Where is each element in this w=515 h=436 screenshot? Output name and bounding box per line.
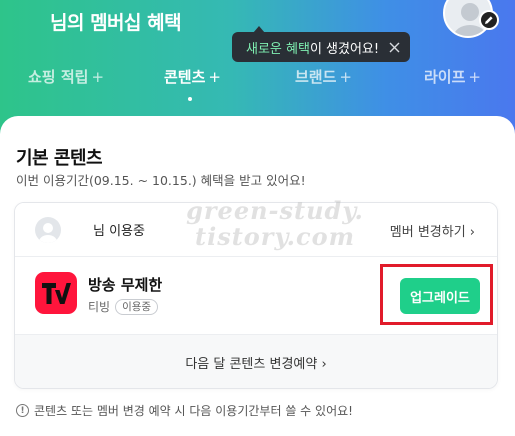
service-name: 방송 무제한 (88, 276, 163, 294)
close-icon (389, 42, 400, 52)
tooltip-text: 이 생겼어요! (309, 41, 380, 57)
tab-life[interactable]: 라이프 + (424, 66, 481, 87)
edit-profile-button[interactable] (479, 10, 499, 30)
tab-brand[interactable]: 브랜드 + (295, 66, 352, 87)
new-benefit-tooltip: 새로운 혜택 이 생겼어요! (232, 32, 410, 62)
tooltip-highlight: 새로운 혜택 (246, 41, 310, 57)
section-title: 기본 콘텐츠 (16, 148, 103, 169)
user-row: 님 이용중 멤버 변경하기 › (15, 203, 497, 257)
active-tab-indicator (188, 97, 192, 101)
tab-label: 라이프 (424, 68, 466, 86)
info-icon: ! (16, 404, 29, 417)
tving-mark-icon (42, 283, 71, 304)
provider-name: 티빙 (88, 300, 111, 314)
user-status: 님 이용중 (93, 224, 145, 239)
notice: ! 콘텐츠 또는 멤버 변경 예약 시 다음 이용기간부터 쓸 수 있어요! (16, 402, 353, 419)
tooltip-close-button[interactable] (389, 42, 400, 53)
tab-label: 콘텐츠 (164, 68, 206, 86)
plus-icon: + (468, 68, 481, 86)
user-silhouette-icon (39, 223, 57, 243)
plus-icon: + (339, 68, 352, 86)
benefit-card: 님 이용중 멤버 변경하기 › 방송 무제한 티빙 이용중 업그레이드 다음 달… (14, 202, 498, 389)
tab-label: 쇼핑 적립 (28, 68, 89, 86)
upgrade-button[interactable]: 업그레이드 (400, 278, 480, 314)
user-avatar (35, 217, 61, 243)
tab-contents[interactable]: 콘텐츠 + (164, 66, 221, 87)
category-tabs: 쇼핑 적립 + 콘텐츠 + 브랜드 + 라이프 + (0, 66, 515, 96)
plus-icon: + (208, 68, 221, 86)
pencil-icon (485, 16, 493, 24)
next-month-reserve-button[interactable]: 다음 달 콘텐츠 변경예약 › (15, 334, 497, 388)
page-title: 님의 멤버십 혜택 (50, 12, 182, 34)
service-provider: 티빙 이용중 (88, 298, 159, 315)
member-change-link[interactable]: 멤버 변경하기 › (390, 221, 475, 240)
status-badge: 이용중 (115, 298, 159, 315)
notice-text: 콘텐츠 또는 멤버 변경 예약 시 다음 이용기간부터 쓸 수 있어요! (34, 404, 353, 418)
tab-label: 브랜드 (295, 68, 337, 86)
tab-shopping[interactable]: 쇼핑 적립 + (28, 66, 104, 87)
plus-icon: + (91, 68, 105, 86)
profile-avatar[interactable] (443, 0, 499, 38)
tving-logo-icon (35, 272, 77, 314)
section-subtitle: 이번 이용기간(09.15. ~ 10.15.) 혜택을 받고 있어요! (16, 173, 306, 188)
service-row: 방송 무제한 티빙 이용중 업그레이드 (15, 258, 497, 334)
